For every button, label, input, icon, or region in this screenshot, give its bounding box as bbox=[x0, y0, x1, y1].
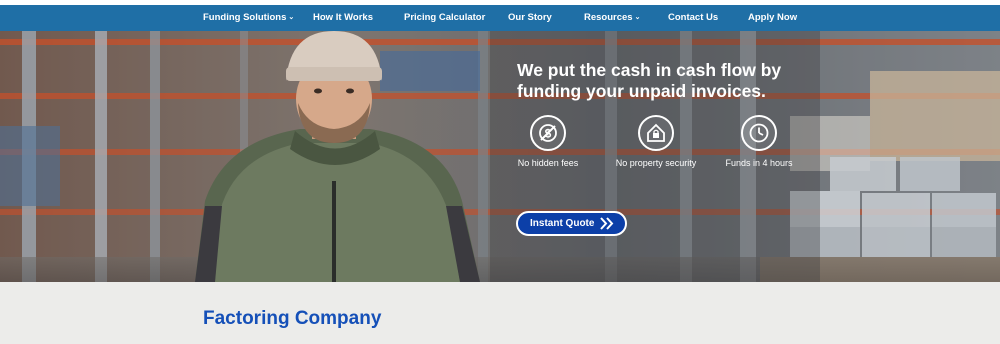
no-dollar-icon: $ bbox=[530, 115, 566, 151]
feature-funds-in-4-hours: Funds in 4 hours bbox=[704, 115, 814, 168]
feature-no-hidden-fees: $ No hidden fees bbox=[493, 115, 603, 168]
chevron-down-icon: ⌄ bbox=[634, 14, 641, 21]
chevron-down-icon: ⌄ bbox=[288, 14, 295, 21]
house-lock-icon bbox=[638, 115, 674, 151]
nav-how-it-works[interactable]: How It Works bbox=[313, 5, 373, 31]
double-chevron-right-icon bbox=[599, 216, 615, 234]
feature-no-property-security: No property security bbox=[601, 115, 711, 168]
nav-funding-solutions[interactable]: Funding Solutions ⌄ bbox=[203, 5, 294, 31]
nav-our-story[interactable]: Our Story bbox=[508, 5, 552, 31]
nav-apply-now[interactable]: Apply Now bbox=[748, 5, 797, 31]
clock-icon bbox=[741, 115, 777, 151]
nav-contact-us[interactable]: Contact Us bbox=[668, 5, 718, 31]
main-navigation: Funding Solutions ⌄ How It Works Pricing … bbox=[0, 5, 1000, 31]
instant-quote-button[interactable]: Instant Quote bbox=[516, 211, 627, 236]
hero-headline: We put the cash in cash flow by funding … bbox=[517, 60, 782, 101]
content-section bbox=[0, 282, 1000, 344]
nav-pricing-calculator[interactable]: Pricing Calculator bbox=[404, 5, 485, 31]
feature-label: No property security bbox=[615, 158, 697, 168]
section-title: Factoring Company bbox=[203, 308, 382, 329]
feature-label: No hidden fees bbox=[517, 158, 579, 168]
instant-quote-label: Instant Quote bbox=[530, 218, 595, 229]
nav-resources[interactable]: Resources ⌄ bbox=[584, 5, 640, 31]
feature-label: Funds in 4 hours bbox=[725, 158, 793, 168]
